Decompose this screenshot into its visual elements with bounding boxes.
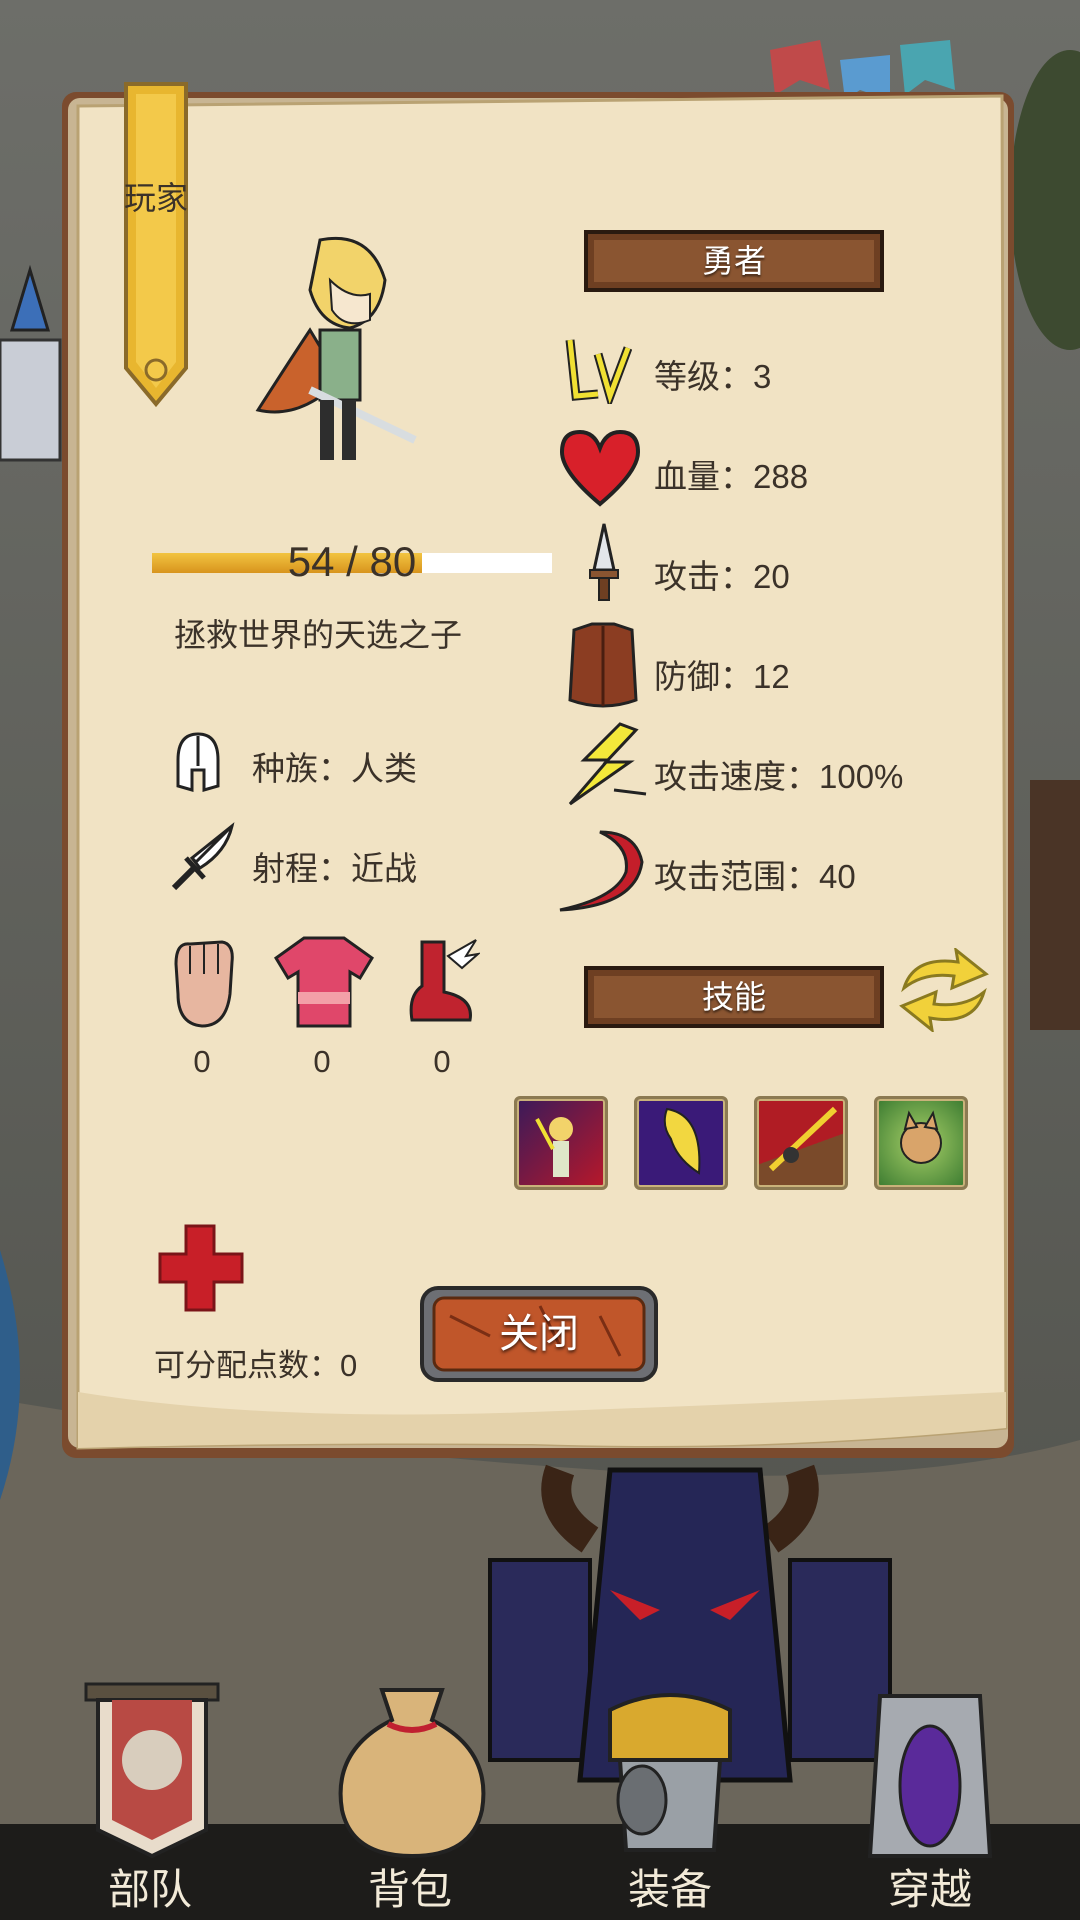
- dagger-icon: [589, 523, 619, 601]
- nav-backpack[interactable]: 背包: [310, 1670, 510, 1920]
- available-points: 可分配点数：0: [154, 1348, 358, 1383]
- class-name: 勇者: [701, 243, 766, 279]
- attack-range-text: 攻击范围：40: [654, 858, 856, 895]
- armor-count: 0: [313, 1044, 331, 1079]
- winged-boot-icon[interactable]: [404, 936, 480, 1028]
- nav-travel-label: 穿越: [887, 1866, 972, 1913]
- nav-backpack-label: 背包: [367, 1866, 452, 1913]
- attack-text: 攻击：20: [654, 558, 790, 595]
- range-text: 射程：近战: [252, 850, 417, 887]
- armor-icon: [608, 1693, 732, 1852]
- add-point-plus-icon[interactable]: [156, 1222, 246, 1314]
- refresh-icon[interactable]: [894, 948, 994, 1032]
- blonde-hair-skill-icon[interactable]: [634, 1096, 728, 1190]
- attack-speed-text: 攻击速度：100%: [654, 758, 904, 795]
- defense-text: 防御：12: [654, 658, 790, 695]
- banner-icon: [84, 1682, 220, 1859]
- hp-text: 血量：288: [654, 458, 809, 495]
- nav-troops[interactable]: 部队: [50, 1670, 250, 1920]
- crescent-slash-icon: [559, 830, 644, 912]
- nav-travel[interactable]: 穿越: [830, 1670, 1030, 1920]
- boots-count: 0: [433, 1044, 451, 1079]
- nav-troops-label: 部队: [107, 1866, 192, 1913]
- nav-equipment[interactable]: 装备: [570, 1670, 770, 1920]
- skills-header: 技能: [701, 979, 766, 1015]
- close-button[interactable]: [420, 1286, 658, 1382]
- fist-count: 0: [193, 1044, 211, 1079]
- hero-portrait: [255, 236, 417, 460]
- fist-icon[interactable]: [166, 934, 240, 1030]
- pouch-icon: [338, 1688, 486, 1859]
- nav-equipment-label: 装备: [627, 1866, 712, 1913]
- hero-sword-skill-icon[interactable]: [514, 1096, 608, 1190]
- race-text: 种族：人类: [252, 750, 417, 787]
- lightning-icon: [568, 722, 647, 806]
- helmet-icon: [176, 732, 220, 792]
- hero-title: 拯救世界的天选之子: [174, 617, 463, 653]
- portal-icon: [867, 1694, 993, 1858]
- sword-icon: [171, 822, 235, 891]
- level-icon: [565, 339, 632, 404]
- forest-cat-skill-icon[interactable]: [874, 1096, 968, 1190]
- level-text: 等级：3: [654, 358, 772, 395]
- shirt-icon[interactable]: [274, 934, 374, 1030]
- leather-armor-icon: [568, 622, 638, 708]
- player-ribbon[interactable]: [120, 78, 192, 408]
- heart-icon: [559, 429, 641, 507]
- player-tab-label: 玩家: [123, 180, 188, 216]
- spear-strike-skill-icon[interactable]: [754, 1096, 848, 1190]
- exp-text: 54 / 80: [287, 538, 417, 585]
